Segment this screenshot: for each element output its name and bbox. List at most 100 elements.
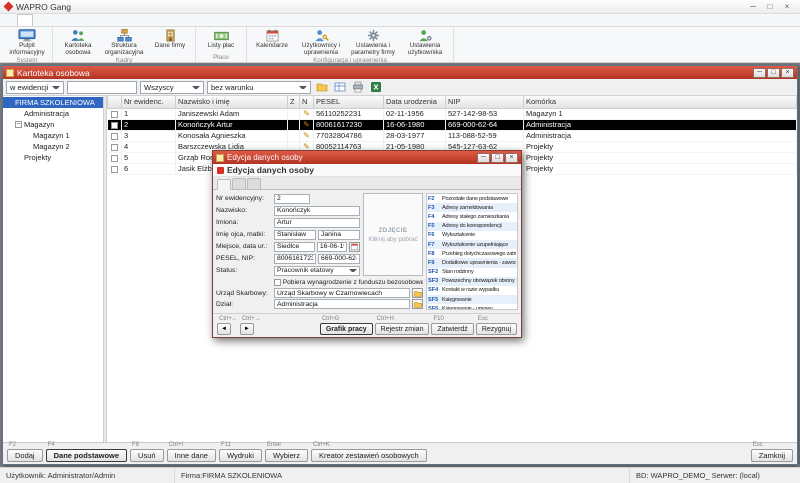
scope-combo[interactable]: w ewidencji [6,81,64,94]
table-row[interactable]: 2 Konończyk Artur ✎ 80061617230 16-06-19… [108,119,797,130]
row-checkbox[interactable] [111,144,118,151]
column-header[interactable]: N [300,96,314,108]
column-header[interactable]: PESEL [314,96,384,108]
pesel-input[interactable] [274,254,316,264]
data-urodzenia-input[interactable] [317,242,347,252]
menu-item[interactable] [145,14,159,26]
tree-expander-icon[interactable] [24,132,31,139]
next-person-button[interactable]: ► [240,323,254,335]
shortcut-item[interactable]: SF4 Kontakt w razie wypadku [427,286,517,295]
table-row[interactable]: 3 Konosała Agnieszka ✎ 77032804786 28-03… [108,130,797,141]
status-combo[interactable]: Pracownik etatowy [274,266,360,276]
dialog-tab[interactable] [217,179,231,190]
imiona-input[interactable] [274,218,360,228]
minimize-button[interactable]: ─ [745,1,761,12]
footer-button[interactable]: Wybierz [265,449,308,462]
printer-icon[interactable] [350,81,365,94]
menu-item[interactable] [117,14,131,26]
dialog-button[interactable]: Rezygnuj [476,323,517,335]
excel-export-icon[interactable] [368,81,383,94]
row-checkbox[interactable] [111,111,118,118]
photo-placeholder[interactable]: ZDJĘCIE Kliknij aby pobrać [363,193,423,276]
shortcut-item[interactable]: SF2 Stan rodzinny [427,268,517,277]
urzad-skarbowy-input[interactable] [274,288,410,298]
imie-ojca-input[interactable] [274,230,316,240]
shortcut-item[interactable]: F3 Adresy zameldowania [427,203,517,212]
menu-item[interactable] [33,14,47,26]
zamknij-button[interactable]: Zamknij [751,449,793,462]
shortcut-item[interactable]: SF3 Powszechny obowiązek obrony [427,277,517,286]
kartoteka-osobowa-button[interactable]: Kartoteka osobowa [55,28,101,57]
menu-item[interactable] [3,14,17,26]
nazwisko-input[interactable] [274,206,360,216]
shortcut-item[interactable]: F7 Wykształcenie uzupełniające [427,240,517,249]
menu-item[interactable] [47,14,61,26]
row-checkbox[interactable] [111,155,118,162]
shortcut-item[interactable]: F4 Adresy stałego zamieszkania [427,212,517,221]
menu-item[interactable] [17,14,33,26]
table-row[interactable]: 1 Janiszewski Adam ✎ 56110252231 02-11-1… [108,108,797,119]
kalendarze-button[interactable]: Kalendarze [249,28,295,50]
column-header[interactable]: Nazwisko i imię [176,96,288,108]
dane-firmy-button[interactable]: Dane firmy [147,28,193,50]
shortcut-item[interactable]: F8 Przebieg dotychczasowego zatrudnienia [427,249,517,258]
tree-expander-icon[interactable] [24,143,31,150]
uzytkownicy-uprawnienia-button[interactable]: Użytkownicy i uprawnienia [295,28,347,57]
menu-item[interactable] [75,14,89,26]
close-button[interactable]: × [779,1,795,12]
tree-item[interactable]: Magazyn 2 [3,141,103,152]
row-checkbox[interactable] [111,133,118,140]
footer-button[interactable]: Inne dane [167,449,216,462]
dialog-button[interactable]: Rejestr zmian [375,323,430,335]
nr-ewidencyjny-input[interactable] [274,194,310,204]
tree-expander-icon[interactable] [15,110,22,117]
tree-item[interactable]: Administracja [3,108,103,119]
row-checkbox[interactable] [111,122,118,129]
imie-matki-input[interactable] [318,230,360,240]
dialog-maximize-button[interactable]: □ [491,153,504,163]
browse-department-button[interactable] [412,299,423,309]
shortcut-item[interactable]: SF6 Księgowanie - umowy [427,304,517,310]
window-maximize-button[interactable]: □ [767,68,780,78]
shortcut-item[interactable]: SF5 Księgowanie [427,295,517,304]
column-header[interactable]: Komórka [524,96,797,108]
row-checkbox[interactable] [111,166,118,173]
folder-add-icon[interactable] [314,81,329,94]
column-header[interactable]: Data urodzenia [384,96,446,108]
column-header[interactable]: Z [288,96,300,108]
prev-person-button[interactable]: ◄ [217,323,231,335]
tree-item[interactable]: Projekty [3,152,103,163]
tree-item[interactable]: FIRMA SZKOLENIOWA [3,97,103,108]
dialog-button[interactable]: Zatwierdź [431,323,473,335]
filter-combo[interactable]: Wszyscy [140,81,204,94]
struktura-organizacyjna-button[interactable]: Struktura organizacyjna [101,28,147,57]
dialog-tab[interactable] [232,178,246,189]
browse-tax-office-button[interactable] [412,288,423,298]
ustawienia-parametry-firmy-button[interactable]: Ustawienia i parametry firmy [347,28,399,57]
tree-expander-icon[interactable] [15,154,22,161]
table-columns-icon[interactable] [332,81,347,94]
column-header[interactable]: Nr ewidenc. [122,96,176,108]
menu-item[interactable] [89,14,103,26]
window-minimize-button[interactable]: ─ [753,68,766,78]
miejsce-urodzenia-input[interactable] [274,242,315,252]
search-input[interactable] [67,81,137,94]
dialog-close-button[interactable]: × [505,153,518,163]
window-close-button[interactable]: × [781,68,794,78]
shortcut-item[interactable]: F6 Wykształcenie [427,231,517,240]
menu-item[interactable] [131,14,145,26]
tree-item[interactable]: − Magazyn [3,119,103,130]
condition-combo[interactable]: bez warunku [207,81,311,94]
footer-button[interactable]: Dane podstawowe [46,449,127,462]
menu-item[interactable] [61,14,75,26]
footer-button[interactable]: Usuń [130,449,164,462]
dialog-minimize-button[interactable]: ─ [477,153,490,163]
menu-item[interactable] [103,14,117,26]
listy-plac-button[interactable]: Listy płac [198,28,244,50]
dzial-input[interactable] [274,299,410,309]
tree-item[interactable]: Magazyn 1 [3,130,103,141]
dialog-button[interactable]: Grafik pracy [320,323,373,335]
footer-button[interactable]: Wydruki [219,449,262,462]
footer-button[interactable]: Dodaj [7,449,43,462]
pulpit-informacyjny-button[interactable]: Pulpit informacyjny [4,28,50,57]
